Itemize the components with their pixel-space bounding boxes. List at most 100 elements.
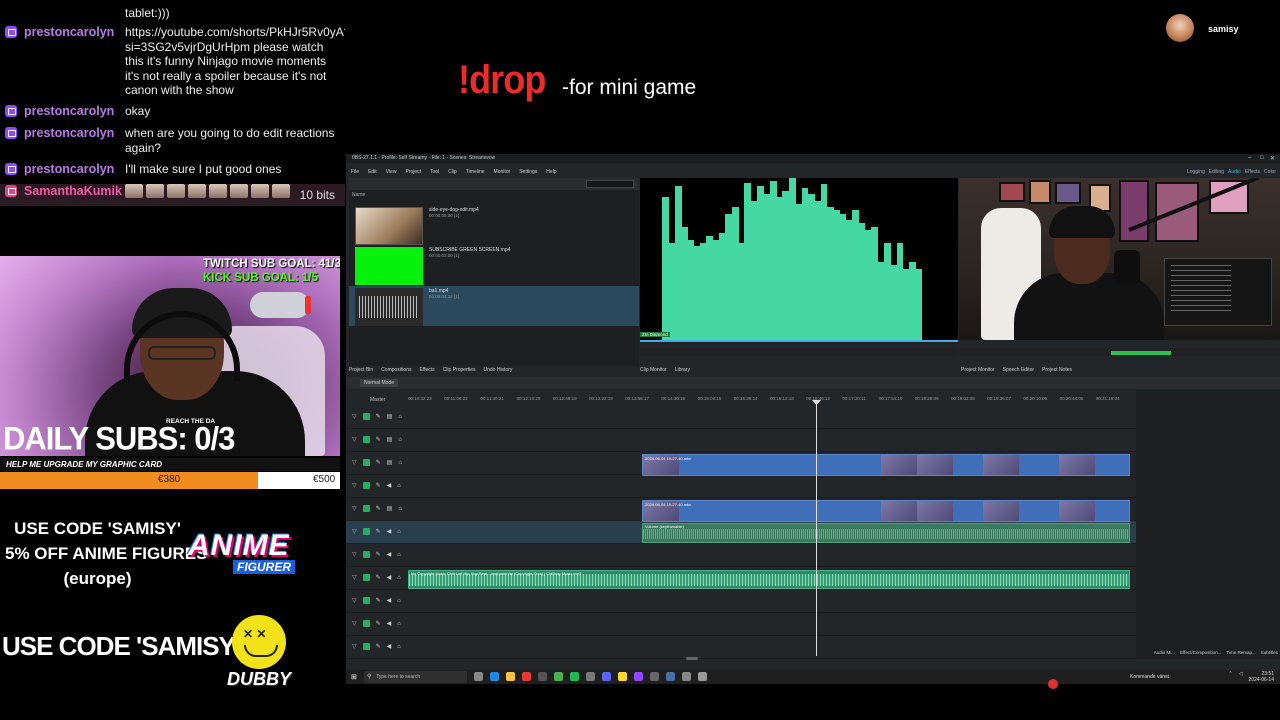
edit-icon[interactable]: ✎ [376,574,381,581]
edit-icon[interactable]: ✎ [376,551,381,558]
menu-edit[interactable]: Edit [368,168,377,177]
collapse-icon[interactable]: ▽ [352,413,357,420]
app-icon[interactable] [618,672,627,681]
menu-clip[interactable]: Clip [448,168,457,177]
twitch-icon[interactable] [634,672,643,681]
track-enabled-icon[interactable] [362,643,370,650]
track-enabled-icon[interactable] [362,413,370,420]
app-icon[interactable] [586,672,595,681]
discord-icon[interactable] [602,672,611,681]
lock-icon[interactable]: ⌂ [398,437,402,443]
menu-monitor[interactable]: Monitor [494,168,511,177]
track-enabled-icon[interactable] [362,505,370,512]
layout-effects[interactable]: Effects [1245,168,1260,177]
chat-username[interactable]: prestoncarolyn [24,25,114,40]
edit-icon[interactable]: ✎ [376,597,381,604]
film-icon[interactable]: ▤ [387,436,393,443]
edit-icon[interactable]: ✎ [376,436,381,443]
collapse-icon[interactable]: ▽ [352,505,357,512]
track-enabled-icon[interactable] [362,620,370,627]
track-a6[interactable]: ▽ ✎ ◀ ⌂ [346,636,1136,659]
track-enabled-icon[interactable] [362,482,370,489]
track-enabled-icon[interactable] [362,528,370,535]
lock-icon[interactable]: ⌂ [397,644,401,650]
collapse-icon[interactable]: ▽ [352,574,357,581]
bin-clip-item[interactable]: side-eye-dog-edit.mp4 00:00:05:00 [1] [349,205,639,245]
minimize-icon[interactable]: – [1248,155,1251,161]
edit-icon[interactable]: ✎ [376,620,381,627]
track-a5[interactable]: ▽ ✎ ◀ ⌂ [346,613,1136,636]
lock-icon[interactable]: ⌂ [397,621,401,627]
speaker-icon[interactable]: ◀ [387,574,392,581]
task-view-icon[interactable] [474,672,483,681]
menu-file[interactable]: File [351,168,359,177]
layout-logging[interactable]: Logging [1187,168,1205,177]
lock-icon[interactable]: ⌂ [398,414,402,420]
tab-clip-monitor[interactable]: Clip Monitor [640,366,667,374]
collapse-icon[interactable]: ▽ [352,620,357,627]
edit-icon[interactable]: ✎ [376,528,381,535]
app-icon[interactable] [666,672,675,681]
track-a2[interactable]: ▽ ✎ ◀ ⌂ [346,544,1136,567]
track-a3[interactable]: ▽ ✎ ◀ ⌂ [346,475,1136,498]
chat-username[interactable]: prestoncarolyn [24,104,114,119]
menu-settings[interactable]: Settings [519,168,537,177]
collapse-icon[interactable]: ▽ [352,459,357,466]
tab-compositions[interactable]: Compositions [381,366,411,374]
collapse-icon[interactable]: ▽ [352,597,357,604]
speaker-icon[interactable]: ◀ [387,551,392,558]
speaker-icon[interactable]: ◀ [387,528,392,535]
lock-icon[interactable]: ⌂ [397,529,401,535]
chrome-icon[interactable] [554,672,563,681]
tab-speech-editor[interactable]: Speech Editor [1003,366,1034,374]
layout-editing[interactable]: Editing [1209,168,1224,177]
clock[interactable]: 23:51 2024-06-14 [1248,671,1274,683]
track-enabled-icon[interactable] [362,436,370,443]
tab-project-notes[interactable]: Project Notes [1042,366,1072,374]
obs-icon[interactable] [522,672,531,681]
track-enabled-icon[interactable] [362,597,370,604]
track-enabled-icon[interactable] [362,551,370,558]
menu-timeline[interactable]: Timeline [466,168,485,177]
bin-clip-item[interactable]: ba1.mp4 00:00:04:12 [1] [349,286,639,326]
lock-icon[interactable]: ⌂ [397,598,401,604]
tab-audio-mixer[interactable]: Audio Mi... [1154,650,1175,655]
playhead[interactable] [816,400,817,656]
tab-clip-properties[interactable]: Clip Properties [443,366,476,374]
menu-help[interactable]: Help [546,168,556,177]
app-icon[interactable] [538,672,547,681]
film-icon[interactable]: ▤ [387,459,393,466]
close-icon[interactable]: ✕ [1270,155,1275,162]
collapse-icon[interactable]: ▽ [352,436,357,443]
collapse-icon[interactable]: ▽ [352,482,357,489]
film-icon[interactable]: ▤ [387,505,393,512]
speaker-icon[interactable]: ◀ [387,620,392,627]
track-enabled-icon[interactable] [362,574,370,581]
tab-library[interactable]: Library [675,366,690,374]
clip-monitor-progress[interactable] [640,340,958,344]
lock-icon[interactable]: ⌂ [397,483,401,489]
menu-tool[interactable]: Tool [430,168,439,177]
tray-notification[interactable]: Kommande vänst [1130,674,1169,680]
chat-username[interactable]: prestoncarolyn [24,126,114,141]
tab-project-bin[interactable]: Project Bin [349,366,373,374]
edge-icon[interactable] [490,672,499,681]
settings-icon[interactable] [698,672,707,681]
film-icon[interactable]: ▤ [387,413,393,420]
taskbar-search-input[interactable]: Type here to search [364,671,467,683]
tab-project-monitor[interactable]: Project Monitor [961,366,995,374]
layout-color[interactable]: Color [1264,168,1276,177]
network-icon[interactable]: ⌃ [1228,671,1232,683]
track-v4[interactable]: ▽ ✎ ▤ ⌂ [346,406,1136,429]
menu-project[interactable]: Project [405,168,421,177]
speaker-icon[interactable]: ◀ [387,643,392,650]
audio-clip[interactable]: Volume (keyframable) [642,523,1130,543]
music-clip[interactable]: No Copyright Music Chill Lofi Hip Hop Be… [408,570,1130,589]
speaker-icon[interactable]: ◀ [387,482,392,489]
project-monitor[interactable] [959,178,1280,340]
volume-icon[interactable]: ◁ [1239,671,1243,683]
edit-mode-dropdown[interactable]: Normal Mode [360,379,399,387]
collapse-icon[interactable]: ▽ [352,643,357,650]
clip-monitor[interactable]: Zm Diamond [640,178,958,340]
video-clip[interactable]: 2024-06-04 19-27-40.mkv [642,454,1130,476]
